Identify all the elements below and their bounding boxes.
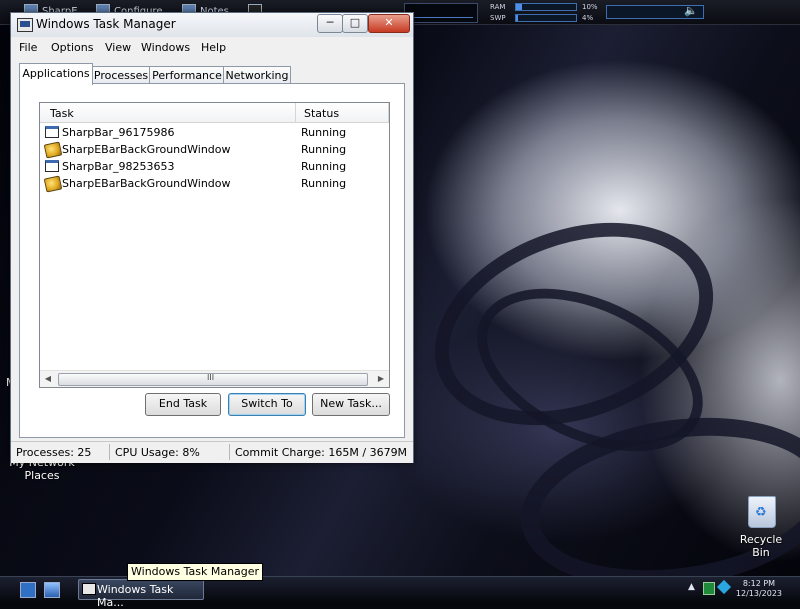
application-window-icon bbox=[45, 126, 59, 138]
scroll-grip-icon: III bbox=[207, 373, 215, 382]
clock-time: 8:12 PM bbox=[742, 579, 776, 588]
task-row[interactable]: SharpBar_96175986 Running bbox=[43, 124, 387, 141]
column-header-status[interactable]: Status bbox=[304, 107, 339, 120]
task-status: Running bbox=[301, 126, 347, 139]
task-list[interactable]: Task Status SharpBar_96175986 Running Sh… bbox=[39, 102, 390, 388]
window-title: Windows Task Manager bbox=[36, 17, 176, 31]
ram-value: 10% bbox=[582, 3, 598, 11]
tray-app-icon[interactable] bbox=[716, 579, 732, 595]
recycle-symbol-icon: ♻ bbox=[755, 505, 767, 520]
task-row[interactable]: SharpEBarBackGroundWindow Running bbox=[43, 141, 387, 159]
task-row[interactable]: SharpEBarBackGroundWindow Running bbox=[43, 175, 387, 193]
status-bar: Processes: 25 CPU Usage: 8% Commit Charg… bbox=[11, 441, 413, 463]
tab-applications[interactable]: Applications bbox=[19, 63, 93, 85]
background-window-icon bbox=[43, 175, 63, 193]
switch-windows-icon[interactable] bbox=[44, 582, 60, 598]
show-desktop-icon[interactable] bbox=[20, 582, 36, 598]
tray-network-icon[interactable] bbox=[703, 582, 715, 595]
tab-processes[interactable]: Processes bbox=[91, 66, 151, 84]
column-separator[interactable] bbox=[295, 103, 296, 122]
task-status: Running bbox=[301, 143, 347, 156]
menu-bar: File Options View Windows Help bbox=[11, 37, 413, 57]
task-list-header: Task Status bbox=[40, 103, 389, 123]
swp-meter-fill bbox=[516, 15, 519, 21]
status-commit-charge: Commit Charge: 165M / 3679M bbox=[235, 446, 408, 459]
task-name: SharpBar_98253653 bbox=[62, 160, 175, 173]
horizontal-scrollbar[interactable]: ◀ III ▶ bbox=[40, 370, 389, 387]
task-name: SharpEBarBackGroundWindow bbox=[62, 143, 231, 156]
network-places-label: Places bbox=[24, 469, 60, 482]
task-status: Running bbox=[301, 160, 347, 173]
cpu-graph-line bbox=[409, 17, 473, 18]
taskbar: Windows Task Ma... ▲ 8:12 PM 12/13/2023 bbox=[0, 576, 800, 609]
swp-label: SWP bbox=[490, 14, 506, 22]
swp-meter bbox=[515, 14, 577, 22]
applications-panel: Task Status SharpBar_96175986 Running Sh… bbox=[19, 83, 405, 438]
switch-to-button[interactable]: Switch To bbox=[228, 393, 306, 416]
tab-networking[interactable]: Networking bbox=[223, 66, 291, 84]
close-button[interactable]: ✕ bbox=[368, 14, 410, 33]
background-window-icon bbox=[43, 141, 63, 159]
scroll-right-arrow-icon[interactable]: ▶ bbox=[373, 371, 389, 387]
volume-icon[interactable]: 🔈 bbox=[684, 4, 698, 17]
scroll-left-arrow-icon[interactable]: ◀ bbox=[40, 371, 56, 387]
column-separator bbox=[388, 103, 389, 122]
tab-performance[interactable]: Performance bbox=[149, 66, 225, 84]
status-separator bbox=[109, 444, 110, 460]
task-button-tooltip: Windows Task Manager bbox=[127, 563, 264, 581]
status-cpu-usage: CPU Usage: 8% bbox=[115, 446, 200, 459]
title-bar[interactable]: Windows Task Manager ─ □ ✕ bbox=[11, 13, 413, 38]
menu-help[interactable]: Help bbox=[201, 41, 226, 54]
menu-file[interactable]: File bbox=[19, 41, 37, 54]
taskbar-clock[interactable]: 8:12 PM 12/13/2023 bbox=[736, 579, 782, 599]
task-button-label: Windows Task Ma... bbox=[97, 583, 174, 609]
task-status: Running bbox=[301, 177, 347, 190]
taskbar-task-manager-button[interactable]: Windows Task Ma... bbox=[78, 579, 204, 609]
task-manager-window: Windows Task Manager ─ □ ✕ File Options … bbox=[10, 12, 414, 463]
ram-meter bbox=[515, 3, 577, 11]
task-row[interactable]: SharpBar_98253653 Running bbox=[43, 158, 387, 175]
menu-windows[interactable]: Windows bbox=[141, 41, 190, 54]
status-separator bbox=[229, 444, 230, 460]
menu-view[interactable]: View bbox=[105, 41, 131, 54]
task-name: SharpEBarBackGroundWindow bbox=[62, 177, 231, 190]
swp-value: 4% bbox=[582, 14, 594, 22]
maximize-button[interactable]: □ bbox=[342, 14, 368, 33]
application-window-icon bbox=[45, 160, 59, 172]
task-manager-icon bbox=[82, 583, 96, 595]
recycle-bin-icon[interactable]: ♻ bbox=[748, 496, 776, 528]
menu-options[interactable]: Options bbox=[51, 41, 93, 54]
ram-meter-fill bbox=[516, 4, 522, 10]
cpu-graph bbox=[404, 3, 478, 23]
status-processes: Processes: 25 bbox=[16, 446, 92, 459]
tray-arrow-icon[interactable]: ▲ bbox=[688, 582, 698, 594]
scroll-thumb[interactable]: III bbox=[58, 373, 368, 386]
minimize-button[interactable]: ─ bbox=[317, 14, 343, 33]
task-manager-icon bbox=[17, 18, 33, 32]
ram-label: RAM bbox=[490, 3, 506, 11]
end-task-button[interactable]: End Task bbox=[145, 393, 221, 416]
clock-date: 12/13/2023 bbox=[735, 589, 782, 598]
task-name: SharpBar_96175986 bbox=[62, 126, 175, 139]
column-header-task[interactable]: Task bbox=[50, 107, 74, 120]
new-task-button[interactable]: New Task... bbox=[312, 393, 390, 416]
recycle-bin-label[interactable]: Recycle Bin bbox=[730, 533, 792, 559]
